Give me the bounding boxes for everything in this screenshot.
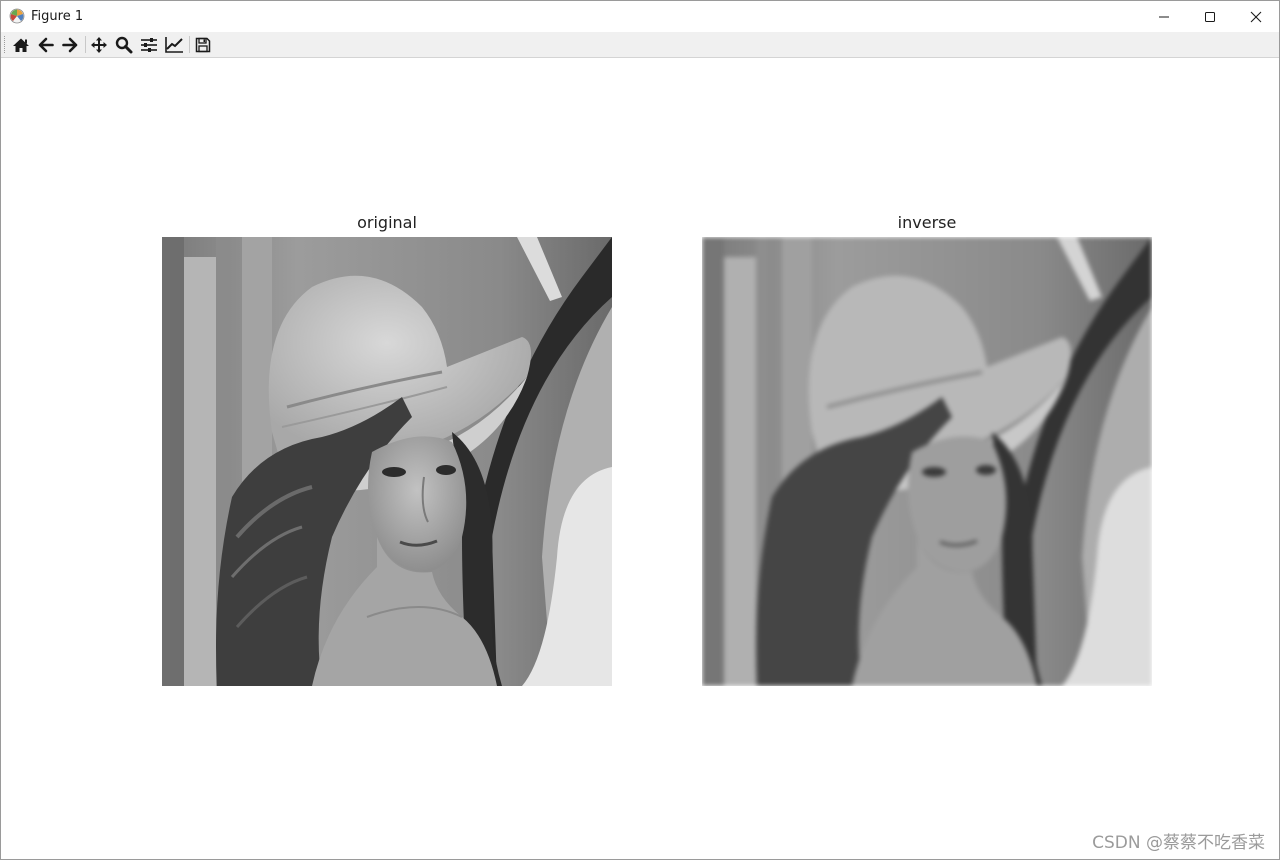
configure-subplots-button[interactable] xyxy=(138,34,160,55)
navigation-toolbar xyxy=(1,32,1279,58)
toolbar-separator xyxy=(189,36,190,53)
save-button[interactable] xyxy=(192,34,214,55)
configure-subplots-icon xyxy=(141,37,157,52)
maximize-button[interactable] xyxy=(1187,1,1233,32)
home-icon xyxy=(13,38,29,52)
back-arrow-icon xyxy=(38,37,54,52)
forward-button[interactable] xyxy=(59,34,81,55)
matplotlib-app-icon xyxy=(9,8,25,24)
home-button[interactable] xyxy=(10,34,32,55)
minimize-button[interactable] xyxy=(1141,1,1187,32)
figure-window: Figure 1 original inverse CSDN @蔡蔡不吃香菜 xyxy=(0,0,1280,860)
subplot-title-original: original xyxy=(357,213,417,232)
save-floppy-icon xyxy=(195,37,211,52)
pan-button[interactable] xyxy=(88,34,110,55)
toolbar-grip xyxy=(4,36,8,53)
window-title: Figure 1 xyxy=(31,9,84,24)
watermark: CSDN @蔡蔡不吃香菜 xyxy=(1092,833,1265,853)
pan-move-icon xyxy=(91,36,107,53)
figure-canvas[interactable]: original inverse CSDN @蔡蔡不吃香菜 xyxy=(1,58,1279,859)
title-bar: Figure 1 xyxy=(1,1,1279,32)
original-image xyxy=(162,237,612,686)
toolbar-separator xyxy=(85,36,86,53)
maximize-icon xyxy=(1205,11,1215,22)
edit-axis-icon xyxy=(165,36,183,53)
forward-arrow-icon xyxy=(62,37,78,52)
back-button[interactable] xyxy=(35,34,57,55)
zoom-button[interactable] xyxy=(113,34,135,55)
zoom-magnifier-icon xyxy=(115,36,133,53)
subplot-title-inverse: inverse xyxy=(897,213,957,232)
inverse-image xyxy=(702,237,1152,686)
edit-axis-button[interactable] xyxy=(163,34,185,55)
minimize-icon xyxy=(1159,16,1169,17)
close-icon xyxy=(1250,11,1262,22)
close-button[interactable] xyxy=(1233,1,1279,32)
